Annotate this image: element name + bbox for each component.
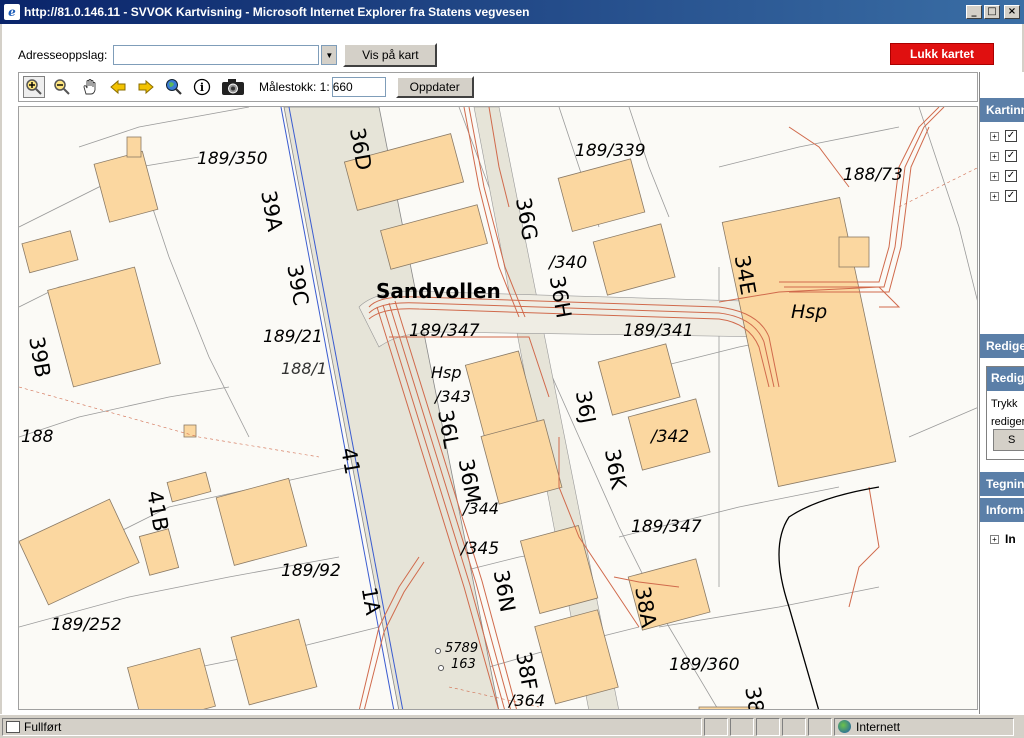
status-bar: Fullført Internett [0, 714, 1024, 738]
info-row: + In [990, 532, 1016, 546]
parcel-label: 189/92 [281, 561, 341, 581]
window-title-bar: e http://81.0.146.11 - SVVOK Kartvisning… [0, 0, 1024, 24]
minimize-button[interactable]: _ [966, 5, 982, 19]
zone-cell: Internett [834, 717, 1014, 736]
layer-row: + ✓ [990, 150, 1017, 162]
layer-checkbox[interactable]: ✓ [1005, 190, 1017, 202]
house-number-label: 41 [336, 445, 365, 477]
address-dropdown-arrow-icon[interactable]: ▼ [321, 45, 338, 65]
redigering-box: Redigering Trykk redigere S [986, 366, 1024, 460]
parcel-label: /343 [435, 387, 471, 406]
tegning-header[interactable]: Tegning [980, 472, 1024, 496]
status-cell-empty [756, 717, 780, 736]
ie-icon: e [4, 4, 20, 20]
arrow-forward-icon[interactable] [135, 76, 157, 98]
kartinnhold-header[interactable]: Kartinnhold [980, 98, 1024, 122]
redigering-start-button[interactable]: S [993, 429, 1024, 451]
redigering-header[interactable]: Redigering [980, 334, 1024, 358]
show-on-map-button[interactable]: Vis på kart [343, 43, 438, 67]
layer-checkbox[interactable]: ✓ [1005, 170, 1017, 182]
status-cell-empty [704, 717, 728, 736]
informasjon-header[interactable]: Informasjon [980, 498, 1024, 522]
globe-icon [838, 720, 851, 733]
maximize-button[interactable]: □ [984, 5, 1000, 19]
status-cell: Fullført [2, 717, 702, 736]
parcel-label: 5789 [445, 641, 479, 656]
status-cell-empty [730, 717, 754, 736]
parcel-label: 189/339 [575, 141, 646, 161]
expand-icon[interactable]: + [990, 534, 999, 544]
parcel-label: /340 [549, 253, 588, 273]
parcel-label: /344 [463, 499, 499, 518]
zoom-out-icon[interactable] [51, 76, 73, 98]
page-done-icon [6, 720, 20, 733]
parcel-label: 189/350 [197, 149, 268, 169]
parcel-label: 189/341 [623, 321, 694, 341]
info-item-label: In [1005, 532, 1016, 546]
parcel-label: 189/360 [669, 655, 740, 675]
parcel-label: Hsp [431, 363, 462, 382]
svg-text:i: i [200, 81, 204, 94]
map-drawing [19, 107, 977, 709]
arrow-back-icon[interactable] [107, 76, 129, 98]
status-cell-empty [782, 717, 806, 736]
info-icon[interactable]: i [191, 76, 213, 98]
status-text: Fullført [24, 719, 62, 734]
close-window-button[interactable]: × [1004, 5, 1020, 19]
address-lookup-input[interactable] [113, 45, 320, 65]
address-lookup-row: Adresseoppslag: ▼ Vis på kart [18, 42, 438, 68]
place-name-label: Sandvollen [376, 279, 501, 303]
parcel-label: 189/21 [263, 327, 323, 347]
layer-checkbox[interactable]: ✓ [1005, 150, 1017, 162]
parcel-label: 163 [451, 657, 476, 672]
parcel-label: Hsp [791, 301, 828, 323]
parcel-label: 189/347 [631, 517, 702, 537]
parcel-label: /342 [651, 427, 690, 447]
parcel-label: 189/252 [51, 615, 122, 635]
parcel-label: /364 [509, 691, 545, 710]
parcel-label: 188/73 [843, 165, 903, 185]
map-canvas[interactable]: Sandvollen 36D 39A 39C 39B 36G 36H 34E 3… [18, 106, 978, 710]
redigering-text: Trykk redigere [991, 398, 1024, 428]
pan-hand-icon[interactable] [79, 76, 101, 98]
status-cell-empty [808, 717, 832, 736]
layer-checkbox[interactable]: ✓ [1005, 130, 1017, 142]
window-title: http://81.0.146.11 - SVVOK Kartvisning -… [24, 5, 530, 19]
browser-content: Adresseoppslag: ▼ Vis på kart Lukk karte… [0, 24, 1024, 714]
address-lookup-label: Adresseoppslag: [18, 48, 108, 62]
zoom-extent-icon[interactable] [163, 76, 185, 98]
zone-text: Internett [856, 719, 901, 734]
expand-icon[interactable]: + [990, 171, 999, 181]
layer-row: + ✓ [990, 170, 1017, 182]
scale-input[interactable] [331, 77, 386, 97]
parcel-label: 189/347 [409, 321, 480, 341]
redigering-inner-header: Redigering [987, 367, 1024, 391]
camera-icon[interactable] [219, 76, 247, 98]
parcel-label: 188/1 [281, 359, 328, 378]
house-number-label: 1A [356, 585, 386, 617]
close-map-button[interactable]: Lukk kartet [890, 43, 994, 65]
update-button[interactable]: Oppdater [395, 76, 474, 98]
zoom-in-icon[interactable] [23, 76, 45, 98]
scale-label: Målestokk: 1: [259, 80, 330, 94]
expand-icon[interactable]: + [990, 131, 999, 141]
expand-icon[interactable]: + [990, 191, 999, 201]
parcel-label: 188 [21, 427, 54, 447]
expand-icon[interactable]: + [990, 151, 999, 161]
right-panel: Kartinnhold + ✓ + ✓ + ✓ + ✓ Redigering R… [979, 72, 1024, 714]
layer-row: + ✓ [990, 190, 1017, 202]
map-toolbar: i Målestokk: 1: Oppdater [18, 72, 978, 102]
layer-row: + ✓ [990, 130, 1017, 142]
parcel-label: /345 [461, 539, 500, 559]
